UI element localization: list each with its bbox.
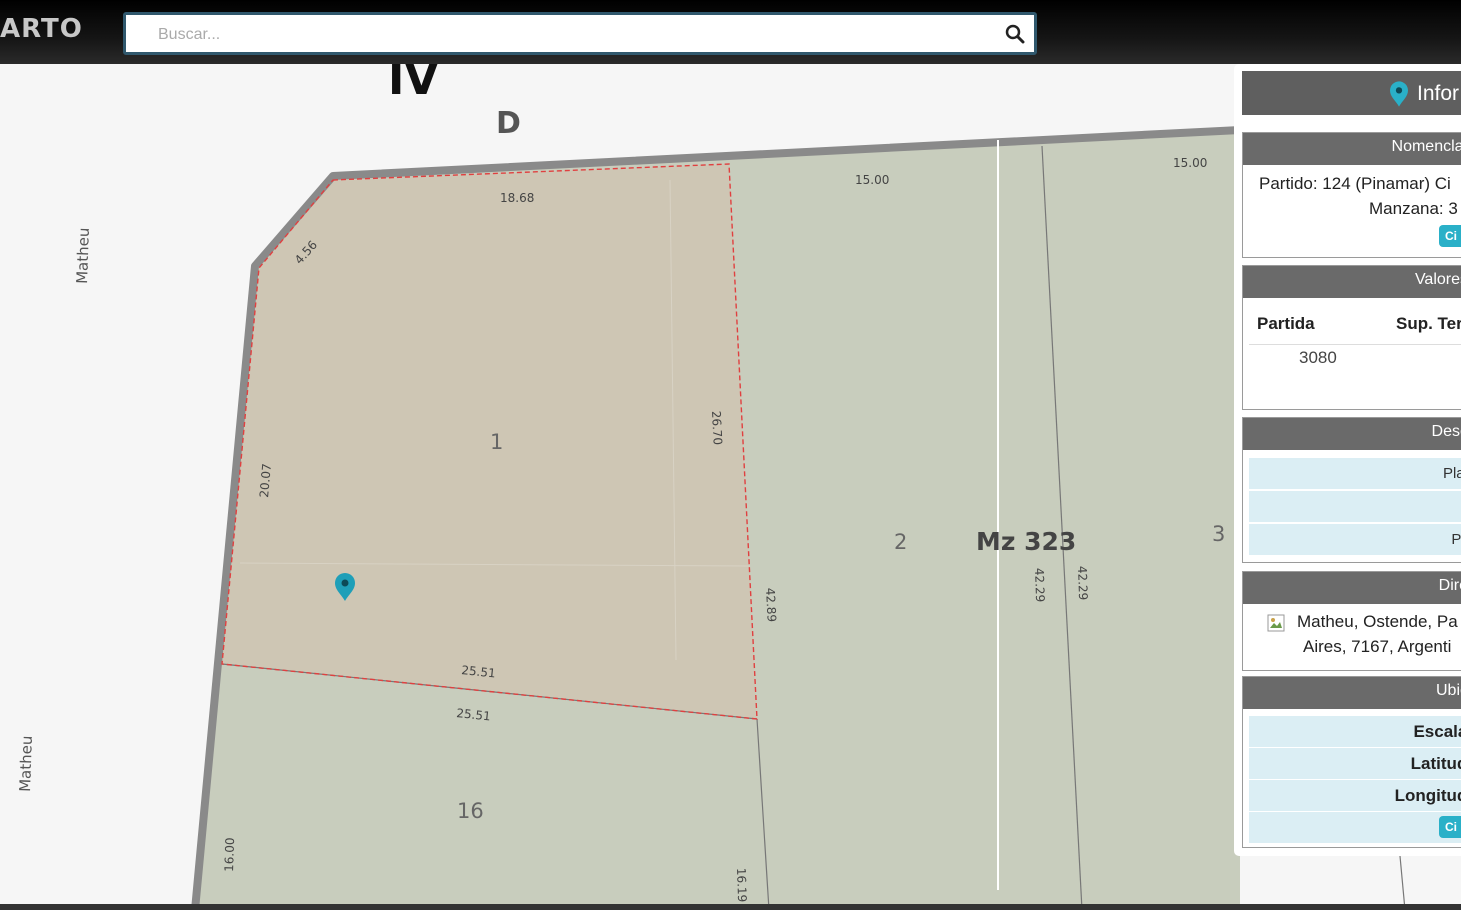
- parcel-number: 16: [457, 799, 484, 823]
- sup-terreno-column-header: Sup. Ter: [1396, 314, 1461, 333]
- street-name: Matheu: [73, 227, 93, 284]
- escala-row: Escala:: [1249, 715, 1461, 747]
- longitud-row: Longitud:: [1249, 779, 1461, 811]
- valores-section: Valores Partida Sup. Ter 3080: [1242, 265, 1461, 410]
- desc-row-d[interactable]: D: [1249, 490, 1461, 522]
- map-pin-icon: [1390, 81, 1408, 107]
- nomenclatura-button[interactable]: Ci: [1439, 225, 1461, 247]
- top-bar: ARTO: [0, 0, 1461, 64]
- direccion-line-1: Matheu, Ostende, Pa: [1297, 612, 1458, 631]
- dimension-label: 42.29: [1075, 566, 1090, 601]
- search-icon[interactable]: [1004, 23, 1026, 45]
- app-logo[interactable]: ARTO: [0, 14, 83, 44]
- dimension-label: 16.00: [222, 837, 237, 872]
- direccion-section: Dire Matheu, Ostende, Pa Aires, 7167, Ar…: [1242, 571, 1461, 671]
- nomenclatura-section: Nomenclat Partido: 124 (Pinamar) Ci Manz…: [1242, 132, 1461, 258]
- dimension-label: 15.00: [855, 173, 889, 187]
- ubicacion-section: Ubic Escala: Latitud: Longitud: Ci: [1242, 676, 1461, 848]
- descargas-section: Desc Plan D Pla: [1242, 417, 1461, 563]
- latitud-row: Latitud:: [1249, 747, 1461, 779]
- valores-header[interactable]: Valores: [1243, 266, 1461, 298]
- ubicacion-button-row: [1249, 811, 1461, 843]
- ubicacion-header[interactable]: Ubic: [1243, 677, 1461, 709]
- dimension-label: 42.29: [1032, 568, 1047, 603]
- dimension-label: 42.89: [763, 587, 779, 622]
- partida-column-header: Partida: [1257, 314, 1315, 333]
- broken-image-icon: [1267, 614, 1285, 632]
- info-panel-header: Infor: [1242, 71, 1461, 115]
- block-label: Mz 323: [976, 527, 1076, 556]
- desc-row-plano[interactable]: Plan: [1249, 457, 1461, 489]
- section-label: IV: [388, 64, 438, 105]
- street-name: Matheu: [16, 735, 36, 792]
- info-panel-title: Infor: [1417, 82, 1460, 105]
- parcel-number: 1: [490, 430, 503, 454]
- manzana-text: Manzana: 3: [1369, 199, 1458, 218]
- bottom-bar: [0, 904, 1461, 910]
- dimension-label: 18.68: [500, 191, 534, 205]
- dimension-label: 26.70: [709, 410, 725, 445]
- info-panel: Infor Nomenclat Partido: 124 (Pinamar) C…: [1234, 64, 1461, 856]
- subsection-label: D: [496, 106, 521, 141]
- nomenclatura-header[interactable]: Nomenclat: [1243, 133, 1461, 165]
- search-box: [123, 12, 1037, 55]
- direccion-header[interactable]: Dire: [1243, 572, 1461, 604]
- dimension-label: 15.00: [1173, 156, 1207, 170]
- descargas-header[interactable]: Desc: [1243, 418, 1461, 450]
- partida-value: 3080: [1299, 348, 1337, 367]
- partido-text: Partido: 124 (Pinamar) Ci: [1259, 174, 1451, 193]
- table-divider: [1249, 344, 1461, 345]
- direccion-line-2: Aires, 7167, Argenti: [1303, 637, 1452, 656]
- parcel-number: 3: [1212, 522, 1225, 546]
- desc-row-pla[interactable]: Pla: [1249, 523, 1461, 555]
- parcel-number: 2: [894, 530, 907, 554]
- dimension-label: 16.19: [734, 868, 749, 903]
- dimension-label: 20.07: [257, 463, 274, 498]
- search-input[interactable]: [156, 21, 1000, 49]
- ubicacion-button[interactable]: Ci: [1439, 816, 1461, 838]
